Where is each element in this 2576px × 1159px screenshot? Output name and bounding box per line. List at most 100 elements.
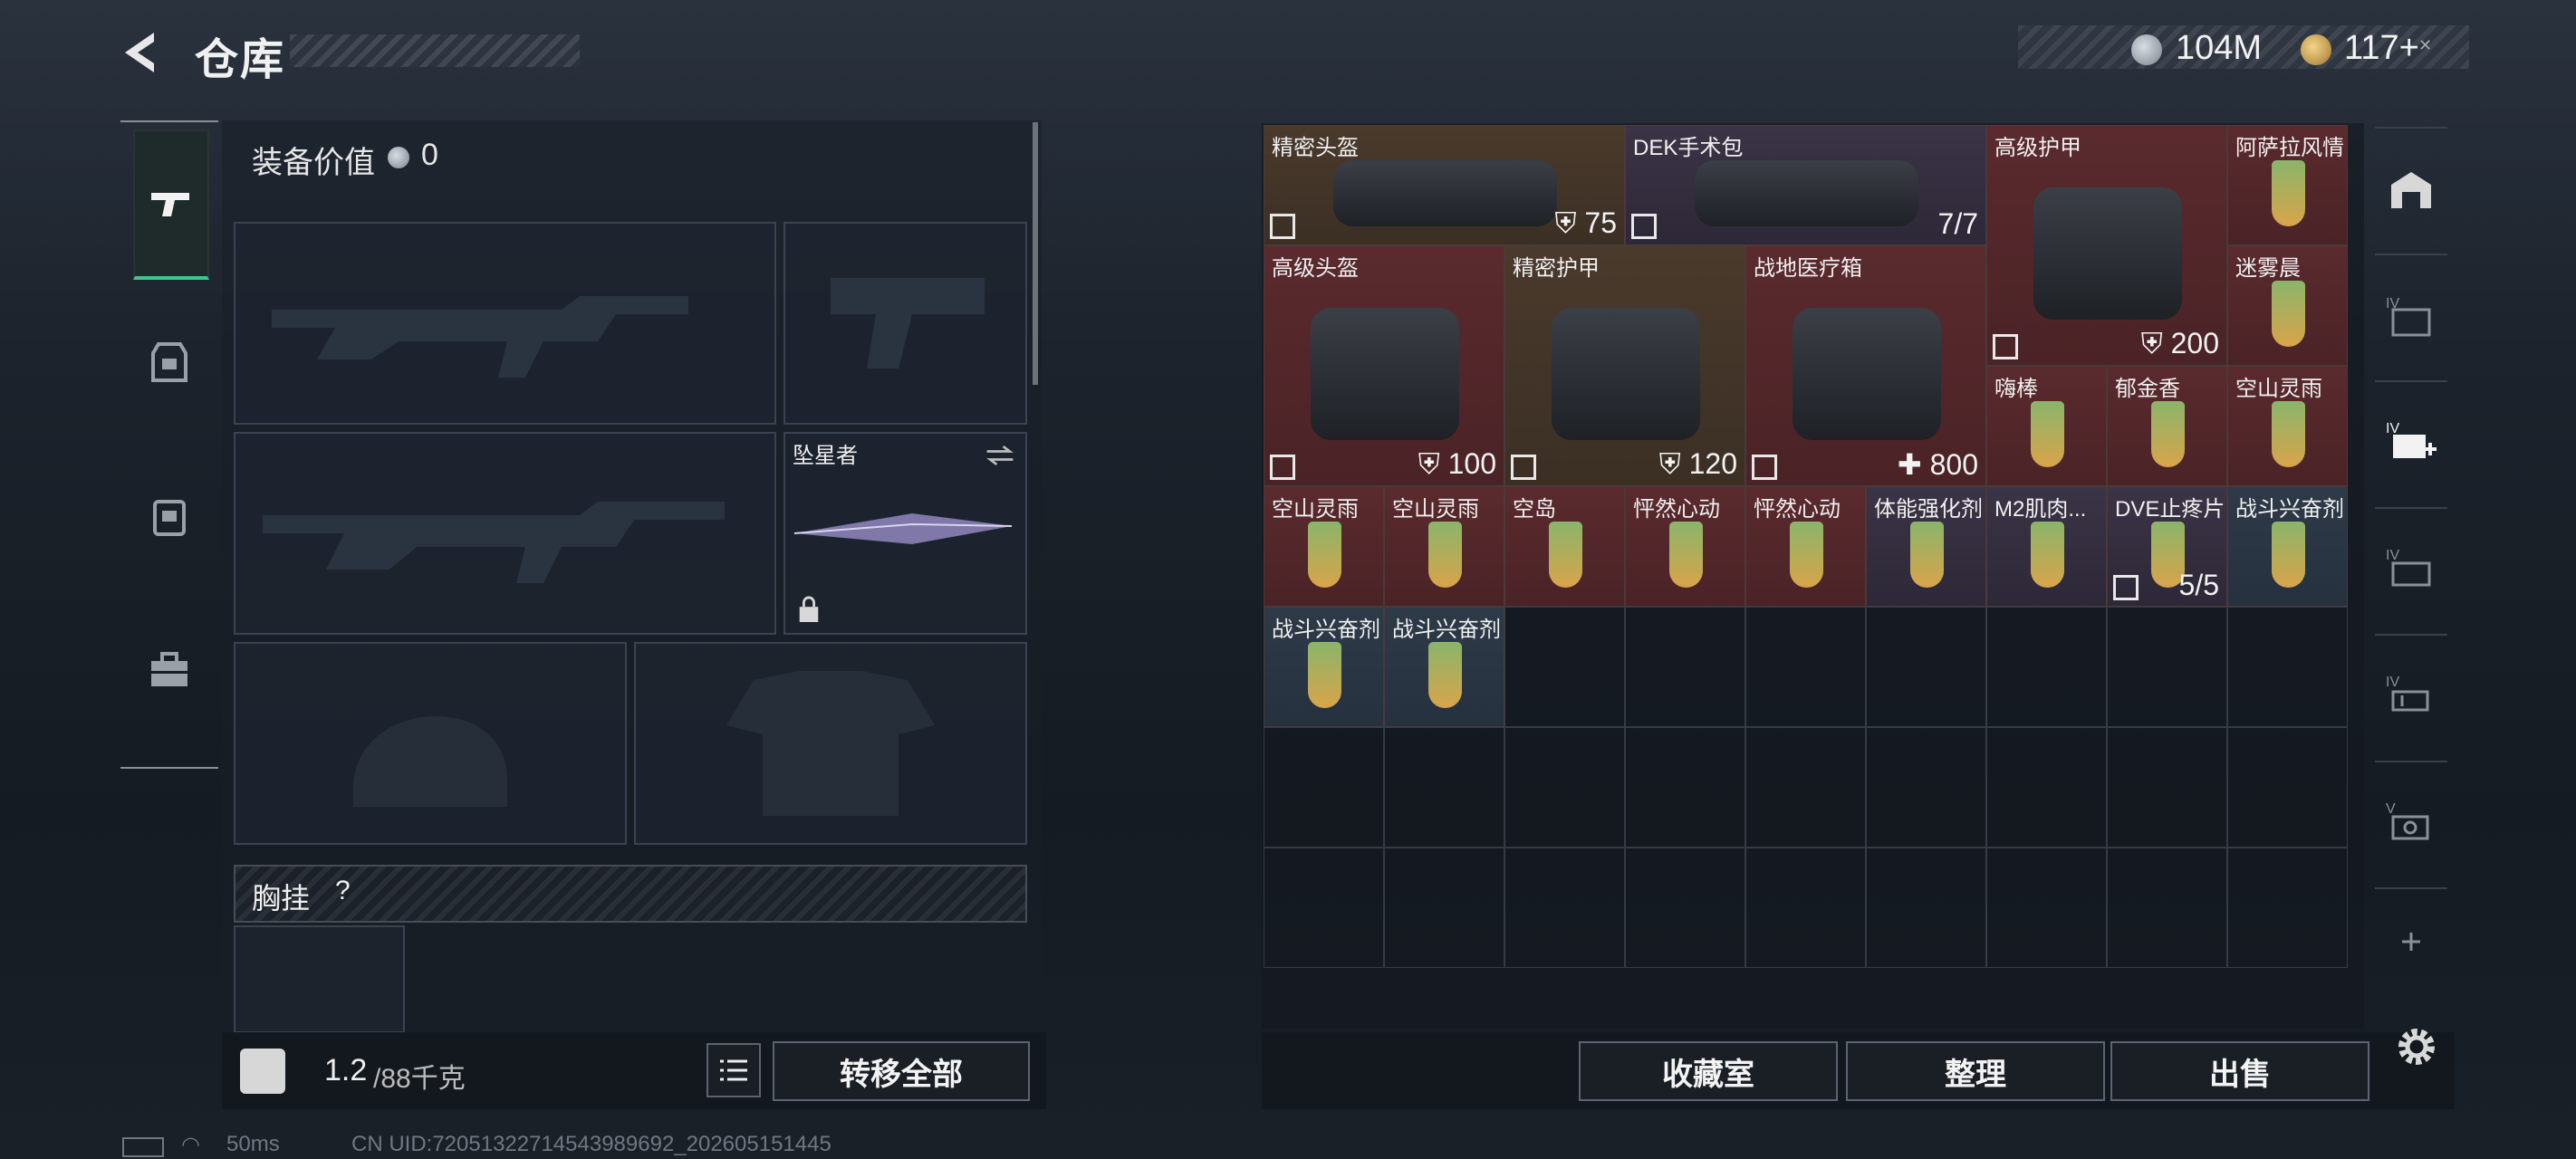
medical-stash-icon[interactable]: IV [2384,415,2438,469]
add-stash-icon[interactable] [2384,915,2438,969]
grid-cell[interactable] [1986,848,2107,968]
item-name: 精密头盔 [1272,136,1359,160]
stash-tab-5-icon[interactable]: V [2384,795,2438,849]
grid-cell[interactable] [1384,727,1504,848]
list-view-button[interactable] [706,1043,761,1097]
grid-cell[interactable] [1745,727,1866,848]
no-insure-icon [2113,575,2139,600]
stash-grid: 精密头盔 ⛨ 75 DEK手术包 7/7 高级护甲 ⛨ 200 阿萨拉风情 迷雾晨 高级头盔 ⛨ … [1262,123,2364,1029]
grid-cell[interactable] [1504,607,1625,727]
backpack-icon [153,500,186,536]
inventory-item[interactable]: 高级护甲 ⛨ 200 [1986,125,2227,366]
grid-cell[interactable] [1625,848,1745,968]
melee-slot[interactable]: 坠星者 [783,432,1027,635]
grid-cell[interactable] [1504,727,1625,848]
ping-text: 50ms [226,1132,280,1156]
home-stash-icon[interactable] [2384,163,2438,217]
item-art [1668,521,1704,589]
secondary-weapon-slot[interactable] [234,432,776,635]
no-insure-icon [1631,214,1657,239]
inventory-item[interactable]: 迷雾晨 [2227,245,2348,366]
inventory-item[interactable]: 战斗兴奋剂 [2227,486,2348,607]
lock-icon [799,596,819,622]
inventory-item[interactable]: 空山灵雨 [1264,486,1384,607]
svg-text:IV: IV [2386,421,2399,436]
inventory-item[interactable]: 精密头盔 ⛨ 75 [1264,125,1625,245]
inventory-item[interactable]: 阿萨拉风情 [2227,125,2348,245]
grid-cell[interactable] [2107,848,2227,968]
inventory-item[interactable]: 怦然心动 [1745,486,1866,607]
inventory-item[interactable]: 精密护甲 ⛨ 120 [1504,245,1745,486]
tab-toolbox[interactable] [133,598,206,742]
sell-button[interactable]: 出售 [2110,1041,2369,1101]
rail-divider [2375,634,2447,636]
settings-gear-icon[interactable] [2391,1021,2442,1072]
help-icon[interactable]: ? [335,876,351,906]
chest-rig-slot[interactable] [234,925,405,1033]
inventory-item[interactable]: 郁金香 [2107,366,2227,486]
grid-cell[interactable] [1625,727,1745,848]
primary-weapon-slot[interactable] [234,222,776,425]
pistol-icon [151,193,189,216]
item-art [1427,521,1463,589]
grid-cell[interactable] [2107,607,2227,727]
currency-gold[interactable]: 117+ [2344,29,2419,68]
grid-cell[interactable] [1866,607,1986,727]
grid-cell[interactable] [1625,607,1745,727]
grid-cell[interactable] [2227,727,2348,848]
tab-armor[interactable] [133,290,206,435]
transfer-all-button[interactable]: 转移全部 [773,1041,1030,1101]
item-art [2271,159,2306,227]
grid-cell[interactable] [2227,607,2348,727]
grid-cell[interactable] [1986,607,2107,727]
inventory-item[interactable]: 战斗兴奋剂 [1384,607,1504,727]
stash-tab-4c-icon[interactable]: IV [2384,668,2438,723]
stash-tab-4-icon[interactable]: IV [2384,290,2438,344]
helmet-slot[interactable] [234,642,627,845]
grid-cell[interactable] [1264,727,1384,848]
armor-slot[interactable] [634,642,1027,845]
item-art [1548,521,1583,589]
inventory-item[interactable]: 空山灵雨 [1384,486,1504,607]
inventory-item[interactable]: 嗨棒 [1986,366,2107,486]
inventory-item[interactable]: 空山灵雨 [2227,366,2348,486]
item-art [2030,521,2065,589]
equip-value: 0 [421,138,438,172]
inventory-item[interactable]: 战地医疗箱 ✚ 800 [1745,245,1986,486]
inventory-item[interactable]: M2肌肉... [1986,486,2107,607]
item-art [1427,641,1463,709]
inventory-item[interactable]: 空岛 [1504,486,1625,607]
tab-backpack[interactable] [133,444,206,589]
collection-room-button[interactable]: 收藏室 [1579,1041,1838,1101]
tab-weapons[interactable] [133,129,209,280]
pistol-silhouette-icon [831,278,985,369]
grid-cell[interactable] [1745,607,1866,727]
close-icon[interactable]: ✕ [2418,36,2432,55]
inventory-item[interactable]: 战斗兴奋剂 [1264,607,1384,727]
inventory-item[interactable]: DVE止疼片 5/5 [2107,486,2227,607]
stash-tab-4b-icon[interactable]: IV [2384,541,2438,596]
grid-cell[interactable] [1745,848,1866,968]
grid-cell[interactable] [1504,848,1625,968]
loadout-scrollbar[interactable] [1033,122,1038,385]
inventory-item[interactable]: DEK手术包 7/7 [1625,125,1986,245]
rail-divider [2375,127,2447,129]
grid-cell[interactable] [1384,848,1504,968]
title-decoration [290,34,580,67]
inventory-item[interactable]: 高级头盔 ⛨ 100 [1264,245,1504,486]
item-art [1307,521,1342,589]
pistol-slot[interactable] [783,222,1027,425]
rifle-silhouette-icon [272,296,688,378]
back-arrow-icon[interactable] [118,27,163,78]
grid-cell[interactable] [1866,727,1986,848]
sort-button[interactable]: 整理 [1846,1041,2105,1101]
grid-cell[interactable] [1986,727,2107,848]
item-name: 怦然心动 [1754,497,1841,522]
grid-cell[interactable] [1866,848,1986,968]
grid-cell[interactable] [2107,727,2227,848]
grid-cell[interactable] [1264,848,1384,968]
inventory-item[interactable]: 体能强化剂 [1866,486,1986,607]
item-name: 郁金香 [2115,377,2180,401]
grid-cell[interactable] [2227,848,2348,968]
inventory-item[interactable]: 怦然心动 [1625,486,1745,607]
